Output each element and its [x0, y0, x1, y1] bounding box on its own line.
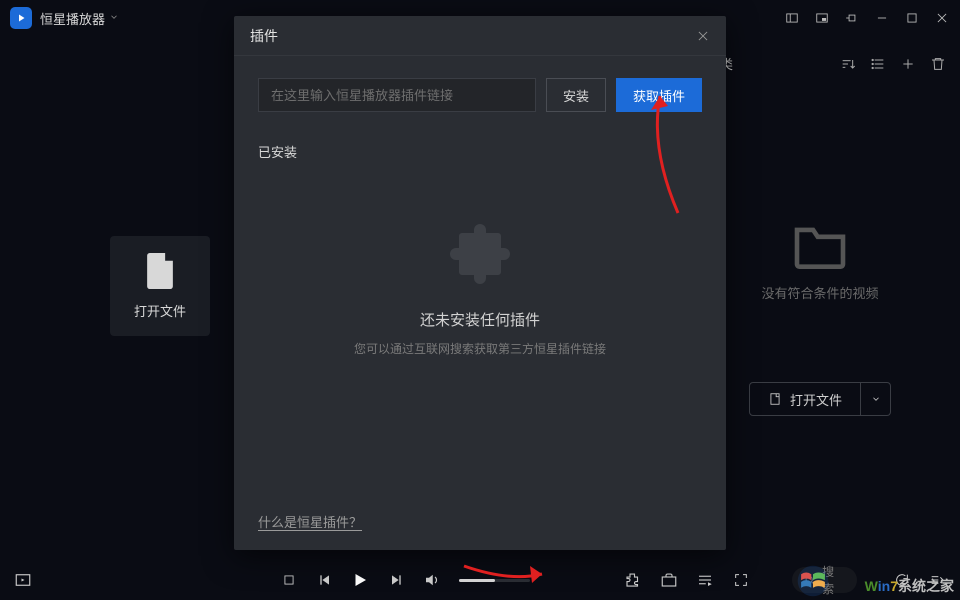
watermark: Win7系统之家 — [865, 576, 954, 596]
chevron-down-icon — [871, 394, 881, 404]
folder-icon — [792, 223, 848, 269]
sidebar-toggle-icon[interactable] — [784, 10, 800, 26]
plugin-url-input[interactable] — [258, 78, 536, 112]
get-plugin-button[interactable]: 获取插件 — [616, 78, 702, 112]
empty-folder-state: 没有符合条件的视频 — [761, 223, 878, 302]
close-icon[interactable] — [934, 10, 950, 26]
open-file-card[interactable]: 打开文件 — [110, 236, 210, 336]
empty-plugin-subtitle: 您可以通过互联网搜索获取第三方恒星插件链接 — [354, 340, 606, 357]
app-logo-icon — [10, 7, 32, 29]
app-title: 恒星播放器 — [40, 9, 105, 28]
stop-icon[interactable] — [281, 571, 298, 589]
dialog-title: 插件 — [250, 26, 696, 46]
open-file-button-label: 打开文件 — [790, 390, 842, 409]
windows-logo-icon — [796, 564, 830, 598]
file-small-icon — [768, 392, 782, 406]
empty-plugin-state: 还未安装任何插件 您可以通过互联网搜索获取第三方恒星插件链接 — [258, 221, 702, 498]
chevron-down-icon[interactable] — [109, 12, 119, 25]
file-icon — [144, 253, 176, 289]
empty-plugin-title: 还未安装任何插件 — [420, 309, 540, 330]
open-file-card-label: 打开文件 — [134, 301, 186, 320]
play-icon[interactable] — [351, 571, 369, 589]
mini-player-icon[interactable] — [814, 10, 830, 26]
playlist-queue-icon[interactable] — [696, 571, 714, 589]
list-view-icon[interactable] — [870, 56, 886, 72]
fullscreen-icon[interactable] — [732, 571, 749, 589]
minimize-icon[interactable] — [874, 10, 890, 26]
sort-icon[interactable] — [840, 56, 856, 72]
what-is-plugin-link[interactable]: 什么是恒星插件？ — [258, 515, 362, 530]
previous-icon[interactable] — [316, 571, 333, 589]
volume-slider[interactable] — [459, 579, 531, 582]
plugin-dialog: 插件 安装 获取插件 已安装 还未安装任何插件 您可以通过互联网搜索获取第三方恒… — [234, 16, 726, 550]
maximize-icon[interactable] — [904, 10, 920, 26]
pin-icon[interactable] — [844, 10, 860, 26]
open-file-caret-button[interactable] — [861, 382, 891, 416]
volume-icon[interactable] — [423, 571, 441, 589]
installed-section-label: 已安装 — [258, 142, 702, 161]
add-icon[interactable] — [900, 56, 916, 72]
dialog-close-button[interactable] — [696, 29, 710, 43]
install-button[interactable]: 安装 — [546, 78, 606, 112]
puzzle-icon — [444, 221, 516, 293]
toolbox-icon[interactable] — [660, 571, 678, 589]
open-file-button[interactable]: 打开文件 — [749, 382, 861, 416]
playlist-panel-icon[interactable] — [14, 571, 32, 589]
next-icon[interactable] — [387, 571, 404, 589]
empty-folder-text: 没有符合条件的视频 — [761, 283, 878, 302]
plugin-icon[interactable] — [624, 571, 642, 589]
delete-icon[interactable] — [930, 56, 946, 72]
